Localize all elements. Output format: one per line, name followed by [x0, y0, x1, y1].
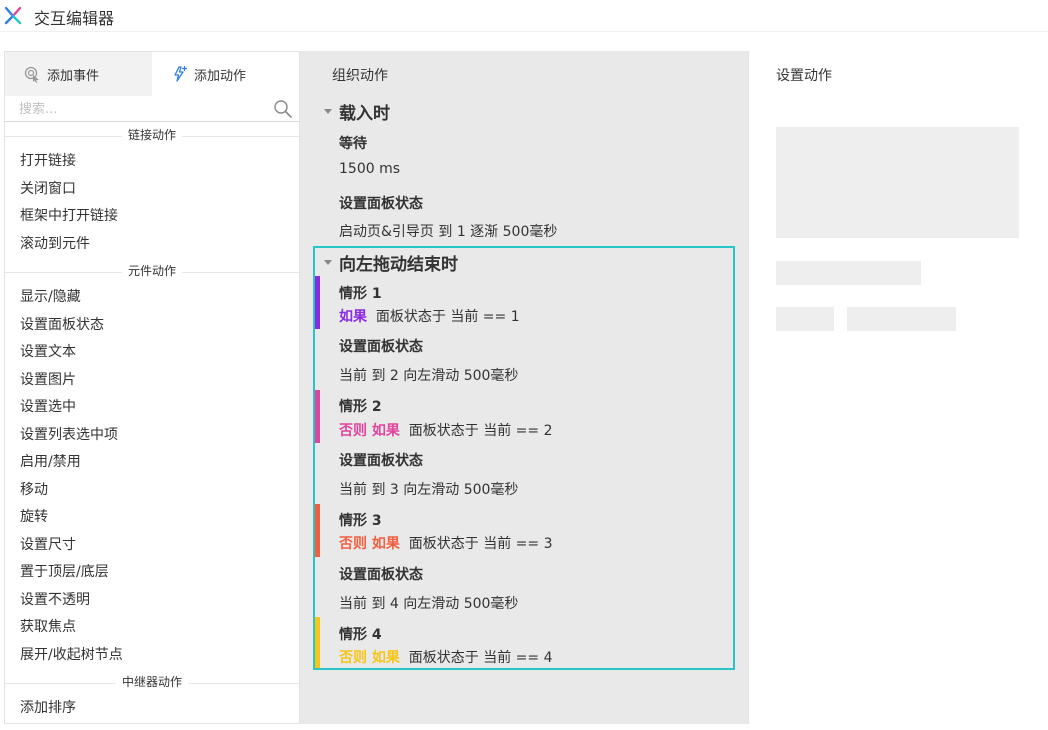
case-2-action-title[interactable]: 设置面板状态	[339, 450, 423, 470]
action-close-window[interactable]: 关闭窗口	[5, 176, 299, 204]
case-2-name[interactable]: 情形 2	[339, 396, 382, 416]
panel-tabs: 添加事件 添加动作	[5, 52, 299, 96]
case-3-name[interactable]: 情形 3	[339, 510, 382, 530]
action-set-opacity[interactable]: 设置不透明	[5, 587, 299, 615]
action-bring-front-back[interactable]: 置于顶层/底层	[5, 559, 299, 587]
case-1-action-title[interactable]: 设置面板状态	[339, 336, 423, 356]
case-2-color-bar	[315, 390, 320, 443]
placeholder-line	[776, 261, 921, 285]
case-2-condition: 面板状态于 当前 == 2	[408, 423, 553, 439]
collapse-triangle-icon[interactable]	[324, 260, 332, 265]
action-set-selected[interactable]: 设置选中	[5, 394, 299, 422]
action-add-sort[interactable]: 添加排序	[5, 695, 299, 723]
search-input[interactable]	[19, 99, 259, 119]
organize-actions-panel: 组织动作 载入时 等待 1500 ms 设置面板状态 启动页&引导页 到 1 逐…	[300, 51, 748, 724]
action-scroll-to-widget[interactable]: 滚动到元件	[5, 231, 299, 259]
case-3-keyword: 否则 如果	[339, 536, 400, 552]
action-set-image[interactable]: 设置图片	[5, 367, 299, 395]
organize-actions-title: 组织动作	[332, 68, 388, 84]
group-header-widget-actions: 元件动作	[5, 262, 299, 284]
case-4-color-bar	[315, 617, 320, 669]
tab-add-event-label: 添加事件	[47, 68, 100, 84]
tab-add-event[interactable]: 添加事件	[5, 52, 152, 96]
case-1-keyword: 如果	[339, 309, 367, 325]
case-3-action-title[interactable]: 设置面板状态	[339, 564, 423, 584]
action-open-link[interactable]: 打开链接	[5, 148, 299, 176]
action-rotate[interactable]: 旋转	[5, 504, 299, 532]
configure-action-title: 设置动作	[776, 68, 832, 84]
group-header-repeater-actions: 中继器动作	[5, 673, 299, 695]
search-icon[interactable]	[273, 99, 293, 119]
event-swipe-left-end-label: 向左拖动结束时	[339, 255, 458, 275]
action-library-list: 链接动作 打开链接 关闭窗口 框架中打开链接 滚动到元件 元件动作 显示/隐藏 …	[5, 126, 299, 723]
case-1-color-bar	[315, 276, 320, 329]
window-title: 交互编辑器	[34, 9, 115, 28]
event-on-load[interactable]: 载入时	[324, 99, 390, 124]
case-1-action-detail[interactable]: 当前 到 2 向左滑动 500毫秒	[339, 365, 518, 385]
case-1-condition: 面板状态于 当前 == 1	[375, 309, 520, 325]
tab-add-action[interactable]: 添加动作	[152, 52, 299, 96]
placeholder-block	[776, 127, 1019, 238]
action-enable-disable[interactable]: 启用/禁用	[5, 449, 299, 477]
placeholder-chip	[776, 307, 834, 331]
case-4-condition-row[interactable]: 否则 如果 面板状态于 当前 == 4	[339, 647, 553, 667]
action-set-size[interactable]: 设置尺寸	[5, 532, 299, 560]
case-4-name[interactable]: 情形 4	[339, 624, 382, 644]
case-2-action-detail[interactable]: 当前 到 3 向左滑动 500毫秒	[339, 479, 518, 499]
case-3-condition-row[interactable]: 否则 如果 面板状态于 当前 == 3	[339, 533, 553, 553]
action-set-panel-state[interactable]: 设置面板状态	[5, 312, 299, 340]
tab-add-action-label: 添加动作	[194, 68, 247, 84]
title-divider	[0, 31, 1048, 32]
add-event-icon	[24, 66, 39, 83]
case-3-condition: 面板状态于 当前 == 3	[408, 536, 553, 552]
action-show-hide[interactable]: 显示/隐藏	[5, 284, 299, 312]
app-logo-icon	[4, 6, 22, 25]
action-detail-wait[interactable]: 1500 ms	[339, 161, 400, 177]
action-focus[interactable]: 获取焦点	[5, 614, 299, 642]
case-1-condition-row[interactable]: 如果 面板状态于 当前 == 1	[339, 306, 520, 326]
action-set-text[interactable]: 设置文本	[5, 339, 299, 367]
search-bar	[5, 96, 299, 122]
add-action-icon	[174, 66, 187, 82]
action-move[interactable]: 移动	[5, 477, 299, 505]
configure-action-panel: 设置动作	[748, 51, 1048, 724]
action-title-wait[interactable]: 等待	[339, 133, 367, 153]
case-2-condition-row[interactable]: 否则 如果 面板状态于 当前 == 2	[339, 420, 553, 440]
action-expand-collapse-tree[interactable]: 展开/收起树节点	[5, 642, 299, 670]
case-4-keyword: 否则 如果	[339, 650, 400, 666]
case-3-color-bar	[315, 504, 320, 557]
action-set-list-selected[interactable]: 设置列表选中项	[5, 422, 299, 450]
action-open-link-in-frame[interactable]: 框架中打开链接	[5, 203, 299, 231]
case-3-action-detail[interactable]: 当前 到 4 向左滑动 500毫秒	[339, 593, 518, 613]
group-header-link-actions: 链接动作	[5, 126, 299, 148]
event-on-load-label: 载入时	[339, 104, 390, 124]
collapse-triangle-icon[interactable]	[324, 109, 332, 114]
case-2-keyword: 否则 如果	[339, 423, 400, 439]
title-bar: 交互编辑器	[0, 0, 1048, 34]
placeholder-chip	[847, 307, 956, 331]
event-swipe-left-end[interactable]: 向左拖动结束时	[324, 250, 458, 275]
action-title-set-panel-state[interactable]: 设置面板状态	[339, 193, 423, 213]
case-1-name[interactable]: 情形 1	[339, 283, 382, 303]
case-4-condition: 面板状态于 当前 == 4	[408, 650, 553, 666]
action-detail-set-panel-state[interactable]: 启动页&引导页 到 1 逐渐 500毫秒	[339, 221, 557, 241]
action-library-panel: 添加事件 添加动作 链接动作 打开链接 关闭窗口 框架中打开链接 滚动到元件 元…	[4, 51, 300, 724]
